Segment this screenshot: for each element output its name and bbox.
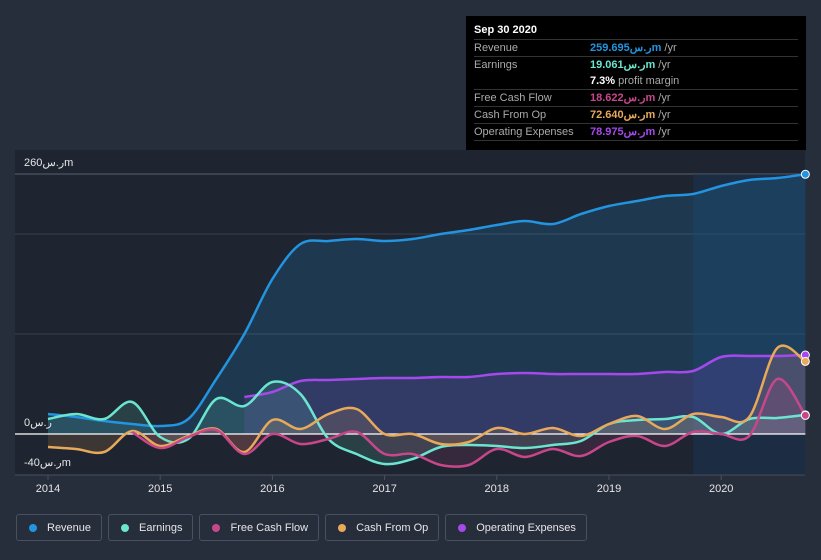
legend-dot-icon bbox=[212, 523, 221, 532]
tooltip-value: 72.640ر.سm bbox=[590, 109, 656, 121]
legend-label: Cash From Op bbox=[356, 521, 429, 534]
tooltip-value: 7.3% bbox=[590, 75, 616, 87]
x-tick-label: 2015 bbox=[148, 483, 172, 495]
legend-item-revenue[interactable]: Revenue bbox=[16, 514, 103, 541]
x-tick-label: 2019 bbox=[597, 483, 621, 495]
tooltip-value: 78.975ر.سm bbox=[590, 126, 656, 138]
x-tick-label: 2016 bbox=[260, 483, 284, 495]
tooltip-row-profit-margin: 7.3% profit margin bbox=[474, 73, 798, 90]
legend-item-earnings[interactable]: Earnings bbox=[108, 514, 194, 541]
legend-dot-icon bbox=[338, 523, 347, 532]
legend-label: Operating Expenses bbox=[476, 521, 576, 534]
tooltip-label: Operating Expenses bbox=[474, 126, 574, 138]
y-tick-label: 260ر.سm bbox=[24, 157, 73, 169]
tooltip-value: 259.695ر.سm bbox=[590, 42, 662, 54]
legend-label: Free Cash Flow bbox=[230, 521, 309, 534]
tooltip-row-earnings: Earnings 19.061ر.سm /yr bbox=[474, 57, 798, 73]
legend-item-free-cash-flow[interactable]: Free Cash Flow bbox=[199, 514, 320, 541]
chart-legend: Revenue Earnings Free Cash Flow Cash Fro… bbox=[16, 514, 587, 541]
tooltip-value: 18.622ر.سm bbox=[590, 92, 656, 104]
tooltip-value: 19.061ر.سm bbox=[590, 59, 656, 71]
y-tick-label: -40ر.سm bbox=[24, 457, 71, 469]
legend-item-cash-from-op[interactable]: Cash From Op bbox=[325, 514, 440, 541]
tooltip-label: Cash From Op bbox=[474, 109, 547, 121]
tooltip-unit: /yr bbox=[655, 59, 671, 71]
endpoint-free-cash-flow bbox=[800, 410, 810, 420]
y-tick-label: 0ر.س bbox=[24, 417, 52, 429]
x-tick-label: 2020 bbox=[709, 483, 733, 495]
x-tick-label: 2017 bbox=[372, 483, 396, 495]
legend-item-operating-expenses[interactable]: Operating Expenses bbox=[445, 514, 587, 541]
tooltip-unit: profit margin bbox=[615, 75, 680, 87]
tooltip-label: Free Cash Flow bbox=[474, 92, 552, 104]
legend-label: Revenue bbox=[47, 521, 92, 534]
tooltip-row-operating-expenses: Operating Expenses 78.975ر.سm /yr bbox=[474, 124, 798, 141]
tooltip-unit: /yr bbox=[655, 126, 671, 138]
legend-dot-icon bbox=[121, 523, 130, 532]
tooltip-label bbox=[474, 73, 590, 89]
legend-label: Earnings bbox=[139, 521, 183, 534]
tooltip-row-free-cash-flow: Free Cash Flow 18.622ر.سm /yr bbox=[474, 90, 798, 107]
tooltip-label: Earnings bbox=[474, 59, 518, 71]
legend-dot-icon bbox=[458, 523, 467, 532]
tooltip-unit: /yr bbox=[661, 42, 677, 54]
tooltip-panel: Sep 30 2020 Revenue 259.695ر.سm /yr Earn… bbox=[466, 16, 806, 150]
x-tick-label: 2014 bbox=[36, 483, 60, 495]
tooltip-row-cash-from-op: Cash From Op 72.640ر.سm /yr bbox=[474, 107, 798, 124]
x-tick-label: 2018 bbox=[485, 483, 509, 495]
tooltip-unit: /yr bbox=[655, 109, 671, 121]
tooltip-date: Sep 30 2020 bbox=[474, 22, 798, 40]
endpoint-cash-from-op bbox=[800, 356, 810, 366]
tooltip-label: Revenue bbox=[474, 42, 519, 54]
tooltip-unit: /yr bbox=[655, 92, 671, 104]
tooltip-row-revenue: Revenue 259.695ر.سm /yr bbox=[474, 40, 798, 57]
legend-dot-icon bbox=[29, 523, 37, 532]
endpoint-revenue bbox=[800, 169, 810, 179]
